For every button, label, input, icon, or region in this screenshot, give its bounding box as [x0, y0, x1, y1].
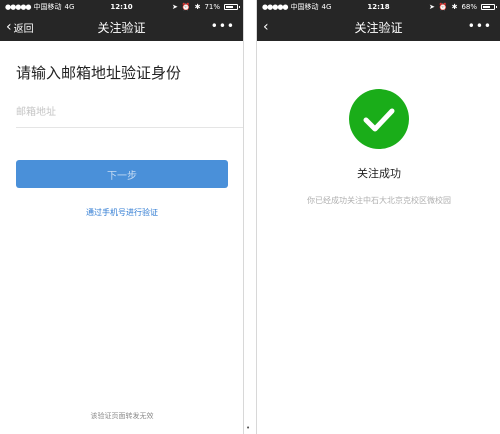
success-description: 你已经成功关注中石大北京克校区微校园	[307, 196, 451, 205]
signal-dots-icon: ●●●●●	[262, 2, 289, 11]
back-button[interactable]: ‹ 返回	[6, 13, 34, 41]
bluetooth-icon: ✱	[194, 2, 201, 11]
left-phone-screen: ●●●●● 中国移动 4G 12:10 ➤ ⏰ ✱ 71% ‹ 返回 关注验证 …	[0, 0, 244, 434]
battery-icon	[481, 3, 498, 10]
signal-dots-icon: ●●●●●	[5, 2, 32, 11]
chevron-left-icon: ‹	[6, 19, 12, 35]
location-arrow-icon: ➤	[171, 2, 178, 11]
battery-percent: 68%	[461, 2, 478, 11]
email-input[interactable]	[16, 98, 243, 128]
more-dots-icon[interactable]: •••	[468, 20, 492, 32]
bluetooth-icon: ✱	[451, 2, 458, 11]
network-type: 4G	[321, 2, 332, 11]
battery-icon	[224, 3, 241, 10]
battery-percent: 71%	[204, 2, 221, 11]
carrier-name: 中国移动	[33, 2, 62, 11]
back-label: 返回	[13, 23, 34, 35]
status-time: 12:18	[367, 2, 390, 11]
carrier-name: 中国移动	[290, 2, 319, 11]
navigation-bar: ‹ 返回 关注验证 •••	[0, 13, 243, 41]
status-time: 12:10	[110, 2, 133, 11]
checkmark-icon	[363, 108, 395, 132]
battery-fill	[483, 5, 490, 8]
success-title: 关注成功	[357, 167, 401, 180]
success-badge	[349, 89, 409, 149]
nav-title: 关注验证	[97, 20, 146, 35]
next-button[interactable]: 下一步	[16, 160, 228, 188]
more-dots-icon[interactable]: •••	[211, 20, 235, 32]
right-phone-screen: ●●●●● 中国移动 4G 12:18 ➤ ⏰ ✱ 68% ‹ 关注验证 •••…	[256, 0, 500, 434]
verify-by-phone-link[interactable]: 通过手机号进行验证	[0, 207, 243, 218]
location-arrow-icon: ➤	[428, 2, 435, 11]
navigation-bar: ‹ 关注验证 •••	[257, 13, 500, 41]
status-bar: ●●●●● 中国移动 4G 12:10 ➤ ⏰ ✱ 71%	[0, 0, 243, 13]
chevron-left-icon: ‹	[263, 19, 269, 35]
battery-fill	[226, 5, 234, 8]
alarm-icon: ⏰	[181, 2, 191, 11]
footer-note: 该验证页面转发无效	[90, 412, 154, 420]
status-bar: ●●●●● 中国移动 4G 12:18 ➤ ⏰ ✱ 68%	[257, 0, 500, 13]
bottom-mark: •	[246, 424, 251, 432]
back-button[interactable]: ‹	[263, 13, 269, 41]
page-heading: 请输入邮箱地址验证身份	[16, 64, 182, 82]
nav-title: 关注验证	[354, 20, 403, 35]
network-type: 4G	[64, 2, 75, 11]
alarm-icon: ⏰	[438, 2, 448, 11]
